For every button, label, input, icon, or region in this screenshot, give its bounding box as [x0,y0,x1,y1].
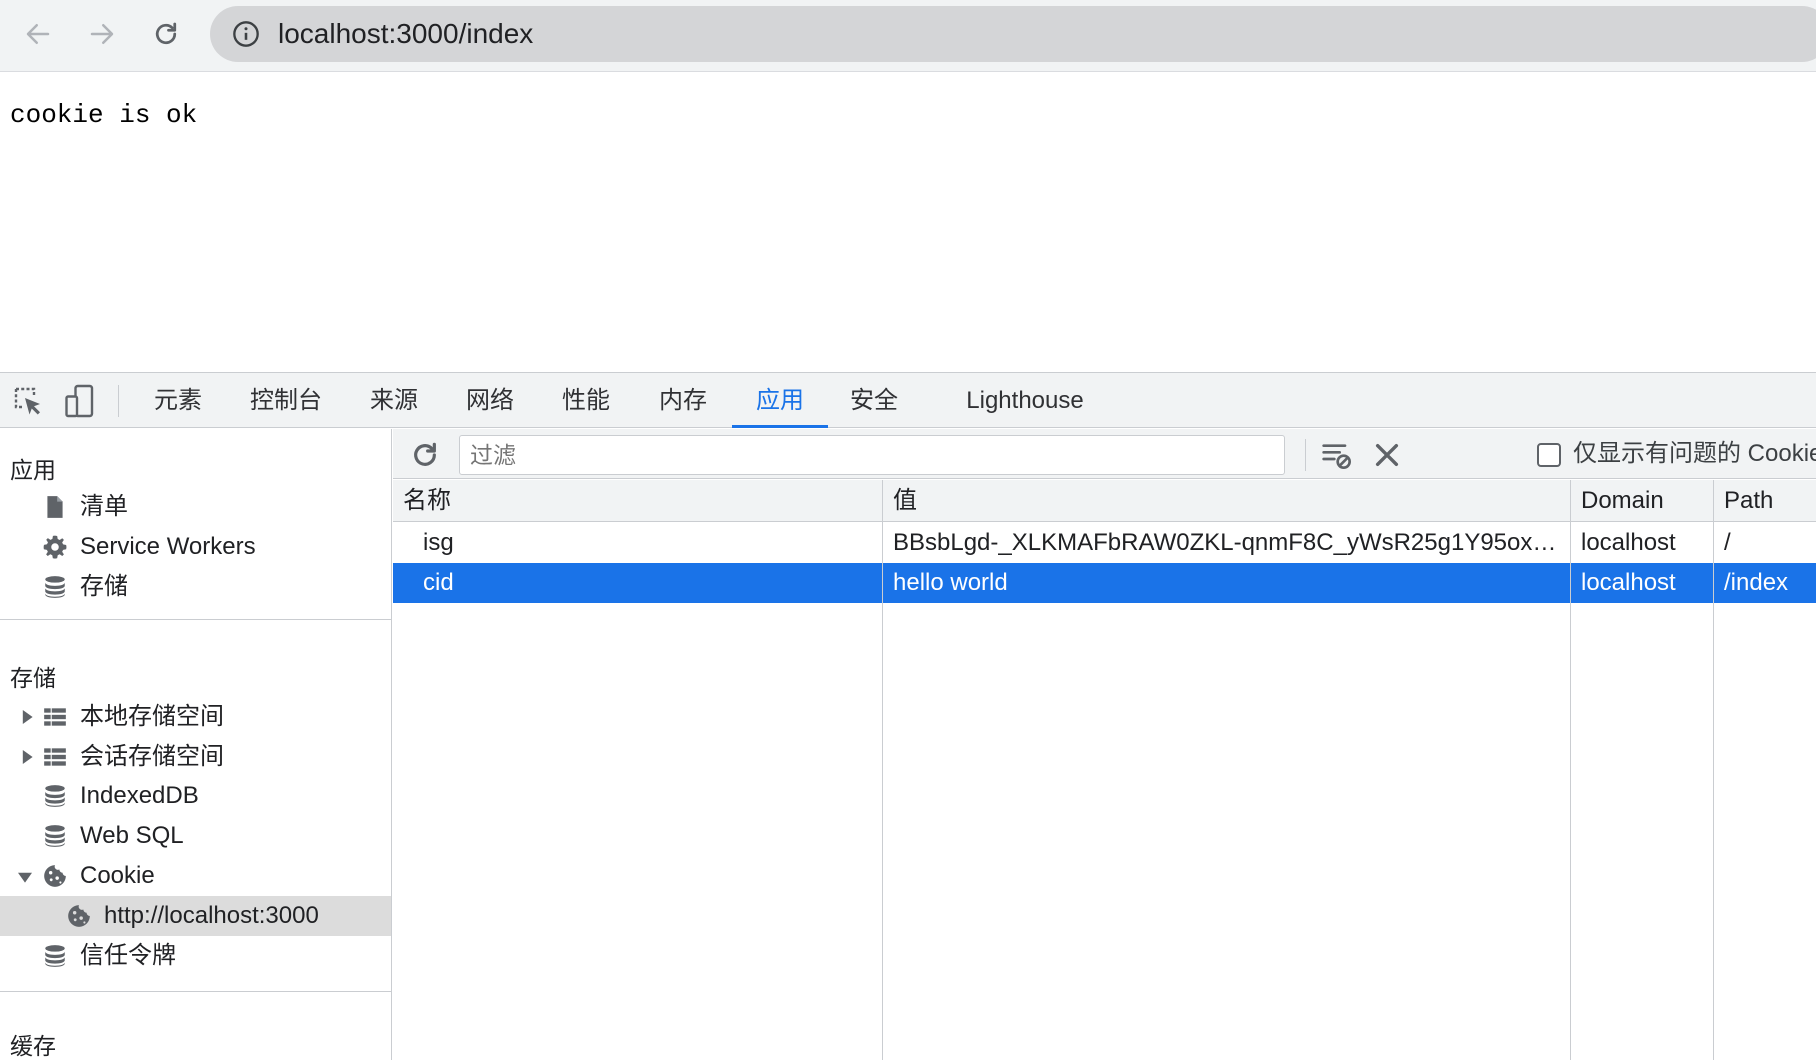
cookie-table: 名称 值 Domain Path isg BBsbLgd-_XLKMAFbRAW… [393,480,1816,1060]
application-sidebar: 应用 清单 Service Workers 存储 存储 本地存储空间 会话存储空… [0,429,392,1060]
sidebar-item-cookie-origin[interactable]: http://localhost:3000 [0,896,391,936]
column-header-value[interactable]: 值 [883,480,1571,522]
sidebar-divider [0,619,392,620]
sidebar-item-manifest[interactable]: 清单 [0,487,391,527]
inspect-element-icon[interactable] [10,383,46,419]
column-header-path[interactable]: Path [1714,480,1816,522]
toolbar-divider [1305,439,1306,471]
address-bar[interactable]: localhost:3000/index [210,6,1816,62]
gear-icon [43,535,67,559]
page-body-text: cookie is ok [10,100,198,130]
triangle-down-icon[interactable] [18,870,32,884]
database-icon [45,576,65,598]
arrow-right-icon [90,24,114,44]
devtools-panel: 元素 控制台 来源 网络 性能 内存 应用 安全 Lighthouse 应用 清… [0,372,1816,1060]
url-text[interactable]: localhost:3000/index [278,6,533,62]
column-divider[interactable] [882,480,883,1060]
sidebar-item-session-storage[interactable]: 会话存储空间 [0,737,391,777]
cookie-domain-cell: localhost [1581,529,1676,556]
cookie-icon [44,865,66,887]
tab-application[interactable]: 应用 [732,373,828,428]
column-divider[interactable] [1713,480,1714,1060]
tab-console[interactable]: 控制台 [236,373,336,428]
only-issues-label[interactable]: 仅显示有问题的 Cookie [1573,429,1816,479]
sidebar-item-trust-tokens[interactable]: 信任令牌 [0,936,391,976]
only-issues-checkbox[interactable] [1537,443,1561,467]
arrow-left-icon [26,24,50,44]
database-icon [45,945,65,967]
sidebar-item-storage-overview[interactable]: 存储 [0,567,391,607]
cookie-domain-cell: localhost [1581,569,1676,596]
database-icon [45,825,65,847]
sidebar-divider [0,991,392,992]
clear-filtered-icon[interactable] [1321,439,1353,471]
cookie-value-cell: BBsbLgd-_XLKMAFbRAW0ZKL-qnmF8C_yWsR25g1Y… [893,529,1557,556]
sidebar-item-web-sql[interactable]: Web SQL [0,816,391,856]
triangle-right-icon[interactable] [20,710,34,724]
back-button[interactable] [16,12,60,56]
database-icon [45,785,65,807]
tabbar-divider [118,385,119,417]
sidebar-item-local-storage[interactable]: 本地存储空间 [0,697,391,737]
tab-performance[interactable]: 性能 [548,373,624,428]
tab-security[interactable]: 安全 [836,373,912,428]
cookie-name-cell: isg [423,529,454,556]
table-header: 名称 值 Domain Path [393,480,1816,522]
tab-sources[interactable]: 来源 [356,373,432,428]
section-title-cache: 缓存 [10,1033,56,1059]
tab-lighthouse[interactable]: Lighthouse [950,373,1100,428]
cookie-toolbar: 仅显示有问题的 Cookie [393,429,1816,479]
page-viewport: cookie is ok [0,72,1816,372]
column-header-name[interactable]: 名称 [393,480,883,522]
reload-button[interactable] [144,12,188,56]
info-icon[interactable] [232,20,260,48]
cookie-value-cell: hello world [893,569,1008,596]
sidebar-item-cookies[interactable]: Cookie [0,856,391,896]
tab-network[interactable]: 网络 [452,373,528,428]
forward-button[interactable] [80,12,124,56]
section-title-application: 应用 [10,457,56,483]
device-toolbar-icon[interactable] [62,383,98,419]
table-row[interactable]: cid hello world localhost /index [393,563,1816,603]
cookie-pane: 仅显示有问题的 Cookie 名称 值 Domain Path isg BBsb… [393,429,1816,1060]
column-divider[interactable] [1570,480,1571,1060]
document-icon [47,496,63,518]
close-icon[interactable] [1371,439,1403,471]
filter-input[interactable] [459,435,1285,475]
tab-elements[interactable]: 元素 [140,373,216,428]
sidebar-item-indexeddb[interactable]: IndexedDB [0,776,391,816]
refresh-icon[interactable] [409,439,441,471]
sidebar-item-service-workers[interactable]: Service Workers [0,527,391,567]
triangle-right-icon[interactable] [20,750,34,764]
grid-icon [44,708,66,726]
reload-icon [155,22,177,45]
tab-memory[interactable]: 内存 [645,373,721,428]
section-title-storage: 存储 [10,665,56,691]
table-row[interactable]: isg BBsbLgd-_XLKMAFbRAW0ZKL-qnmF8C_yWsR2… [393,523,1816,563]
browser-toolbar: localhost:3000/index [0,0,1816,72]
grid-icon [44,748,66,766]
cookie-path-cell: / [1724,529,1731,556]
cookie-name-cell: cid [423,569,454,596]
cookie-path-cell: /index [1724,569,1789,596]
cookie-icon [68,905,90,927]
devtools-tabbar: 元素 控制台 来源 网络 性能 内存 应用 安全 Lighthouse [0,373,1816,428]
column-header-domain[interactable]: Domain [1571,480,1714,522]
